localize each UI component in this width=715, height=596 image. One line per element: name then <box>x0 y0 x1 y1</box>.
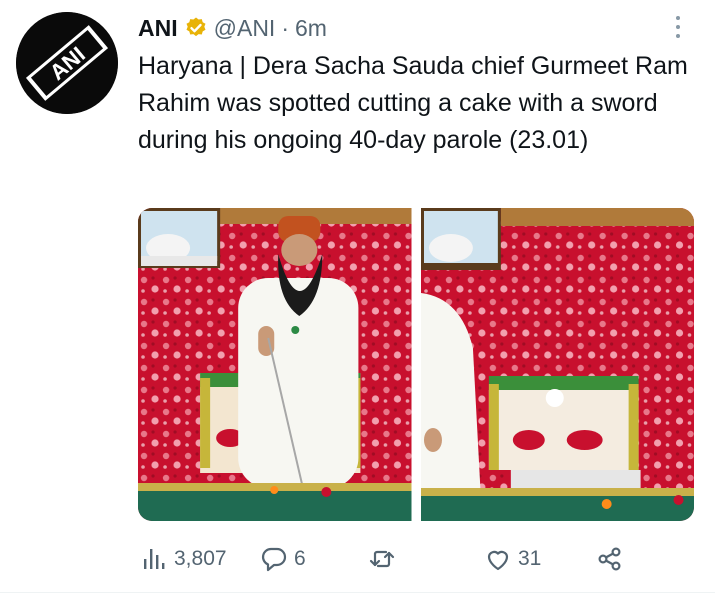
tweet-header: ANI @ANI · 6m <box>138 12 327 44</box>
tweet-time[interactable]: 6m <box>295 15 327 42</box>
author-name[interactable]: ANI <box>138 15 178 42</box>
retweet-icon <box>369 550 395 568</box>
reply-icon <box>261 547 287 572</box>
tweet-media[interactable] <box>138 208 694 521</box>
divider <box>0 592 715 593</box>
tweet-text: Haryana | Dera Sacha Sauda chief Gurmeet… <box>138 52 688 154</box>
photo-1-image <box>138 208 412 521</box>
separator-dot: · <box>281 14 289 41</box>
like-icon <box>487 550 509 571</box>
share-button[interactable] <box>596 538 624 580</box>
views-count: 3,807 <box>174 547 227 570</box>
share-icon <box>598 547 621 571</box>
like-button[interactable]: 31 <box>484 538 541 580</box>
photo-2-image <box>420 208 694 521</box>
author-handle[interactable]: @ANI <box>214 15 276 42</box>
tweet-actions: 3,807 6 31 <box>140 538 700 580</box>
reply-count: 6 <box>294 547 306 570</box>
views-button[interactable]: 3,807 <box>140 538 227 580</box>
like-count: 31 <box>518 547 542 570</box>
retweet-button[interactable] <box>368 538 402 580</box>
avatar[interactable]: ANI <box>16 12 118 114</box>
photo-2[interactable] <box>420 208 694 521</box>
views-icon <box>144 549 165 569</box>
ani-logo: ANI <box>16 12 118 114</box>
reply-button[interactable]: 6 <box>260 538 306 580</box>
verified-badge-icon <box>186 17 206 37</box>
more-options-icon[interactable] <box>668 14 688 40</box>
photo-1[interactable] <box>138 208 412 521</box>
